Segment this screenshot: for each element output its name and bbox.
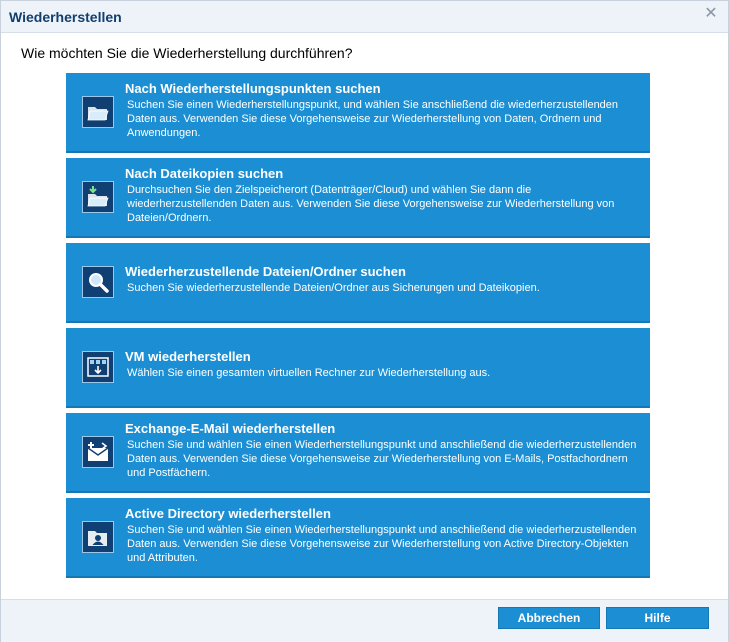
restore-dialog: Wiederherstellen ✕ Wie möchten Sie die W… (0, 0, 729, 642)
option-browse-recovery-points[interactable]: Nach Wiederherstellungspunkten suchen Su… (66, 73, 650, 153)
option-title: Active Directory wiederherstellen (125, 506, 331, 521)
option-title: VM wiederherstellen (125, 349, 251, 364)
option-title: Nach Wiederherstellungspunkten suchen (125, 81, 381, 96)
cancel-button[interactable]: Abbrechen (498, 607, 600, 629)
exchange-mail-icon (82, 436, 114, 468)
option-title: Nach Dateikopien suchen (125, 166, 284, 181)
option-recover-vm[interactable]: VM wiederherstellen Wählen Sie einen ges… (66, 328, 650, 408)
option-description: Suchen Sie und wählen Sie einen Wiederhe… (127, 439, 637, 479)
option-description: Wählen Sie einen gesamten virtuellen Rec… (127, 367, 491, 379)
active-directory-icon (82, 521, 114, 553)
option-title: Exchange-E-Mail wiederherstellen (125, 421, 336, 436)
option-browse-file-copies[interactable]: Nach Dateikopien suchen Durchsuchen Sie … (66, 158, 650, 238)
question-label: Wie möchten Sie die Wiederherstellung du… (21, 45, 353, 61)
option-restore-active-directory[interactable]: Active Directory wiederherstellen Suchen… (66, 498, 650, 578)
folder-download-icon (82, 181, 114, 213)
option-find-files-folders[interactable]: Wiederherzustellende Dateien/Ordner such… (66, 243, 650, 323)
option-description: Suchen Sie und wählen Sie einen Wiederhe… (127, 524, 637, 564)
help-button[interactable]: Hilfe (606, 607, 709, 629)
option-description: Suchen Sie wiederherzustellende Dateien/… (127, 282, 540, 294)
close-icon[interactable]: ✕ (702, 5, 720, 23)
search-icon (82, 266, 114, 298)
virtual-machine-icon (82, 351, 114, 383)
option-restore-exchange-mail[interactable]: Exchange-E-Mail wiederherstellen Suchen … (66, 413, 650, 493)
dialog-footer: Abbrechen Hilfe (1, 599, 728, 642)
option-description: Suchen Sie einen Wiederherstellungspunkt… (127, 99, 619, 139)
dialog-title: Wiederherstellen (9, 9, 122, 25)
option-description: Durchsuchen Sie den Zielspeicherort (Dat… (127, 184, 615, 224)
option-title: Wiederherzustellende Dateien/Ordner such… (125, 264, 406, 279)
dialog-titlebar: Wiederherstellen ✕ (1, 1, 728, 33)
folder-open-icon (82, 96, 114, 128)
